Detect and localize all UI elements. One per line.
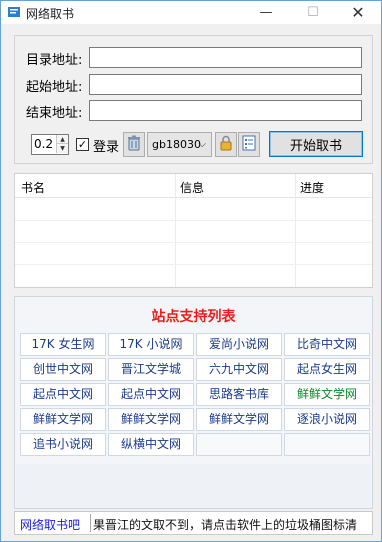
title-bar[interactable]: 网络取书 — ☐ ✕	[1, 1, 381, 24]
site-link[interactable]: 纵横中文网	[108, 433, 194, 456]
app-book-icon	[7, 5, 21, 19]
end-url-label: 结束地址:	[26, 106, 83, 121]
close-button[interactable]: ✕	[335, 1, 381, 24]
start-fetch-button[interactable]: 开始取书	[269, 131, 363, 157]
table-row	[15, 220, 372, 221]
table-row	[15, 264, 372, 265]
site-link[interactable]: 鲜鲜文学网	[20, 408, 106, 431]
panel-background	[16, 464, 371, 508]
window-title: 网络取书	[26, 7, 75, 21]
status-message: 果晋江的文取不到，请点击软件上的垃圾桶图标清	[93, 518, 358, 532]
site-empty-cell	[284, 433, 370, 456]
site-link[interactable]: 晋江文学城	[108, 358, 194, 381]
site-link[interactable]: 起点中文网	[108, 383, 194, 406]
interval-spinner[interactable]: 0.2 ▲ ▼	[31, 134, 69, 155]
site-link[interactable]: 17K 小说网	[108, 333, 194, 356]
site-link[interactable]: 思路客书库	[196, 383, 282, 406]
column-header-info[interactable]: 信息	[180, 179, 204, 196]
site-link[interactable]: 六九中文网	[196, 358, 282, 381]
site-empty-cell	[196, 433, 282, 456]
column-header-title[interactable]: 书名	[21, 179, 45, 196]
site-link[interactable]: 鲜鲜文学网	[196, 408, 282, 431]
supported-sites-panel: 站点支持列表 17K 女生网 17K 小说网 爱尚小说网 比奇中文网创世中文网 晋江文学…	[14, 296, 373, 509]
column-divider	[175, 174, 176, 287]
checklist-button[interactable]	[238, 132, 260, 157]
table-row	[15, 242, 372, 243]
main-window: 网络取书 — ☐ ✕ 目录地址: 起始地址: 结束地址: 0.2 ▲ ▼ ✓ 登…	[0, 0, 382, 542]
site-link[interactable]: 爱尚小说网	[196, 333, 282, 356]
site-link[interactable]: 鲜鲜文学网	[108, 408, 194, 431]
lock-icon	[219, 135, 233, 154]
site-link[interactable]: 17K 女生网	[20, 333, 106, 356]
site-link[interactable]: 创世中文网	[20, 358, 106, 381]
catalog-url-input[interactable]	[89, 47, 362, 68]
column-divider	[295, 174, 296, 287]
book-list-header: 书名 信息 进度	[15, 174, 372, 198]
spin-up-arrow-icon[interactable]: ▲	[56, 135, 68, 144]
status-divider	[90, 514, 91, 532]
column-header-progress[interactable]: 进度	[300, 179, 324, 196]
site-link[interactable]: 追书小说网	[20, 433, 106, 456]
start-url-input[interactable]	[89, 74, 362, 95]
lock-button[interactable]	[215, 132, 237, 157]
sites-grid: 17K 女生网 17K 小说网 爱尚小说网 比奇中文网 创世中文网 晋江文学城 六九中文网起…	[20, 333, 370, 457]
sites-title: 站点支持列表	[151, 309, 236, 325]
start-url-label: 起始地址:	[26, 80, 83, 95]
site-link[interactable]: 起点中文网	[20, 383, 106, 406]
book-list[interactable]: 书名 信息 进度	[14, 173, 373, 288]
minimize-button[interactable]: —	[243, 1, 289, 24]
encoding-value: gb18030	[152, 138, 201, 151]
interval-value: 0.2	[34, 137, 54, 151]
login-checkbox[interactable]: ✓	[76, 138, 89, 151]
chevron-down-icon: ⌵	[198, 139, 206, 150]
encoding-select[interactable]: gb18030 ⌵	[147, 132, 212, 157]
site-link[interactable]: 比奇中文网	[284, 333, 370, 356]
maximize-button[interactable]: ☐	[290, 1, 336, 24]
site-link[interactable]: 起点女生网	[284, 358, 370, 381]
end-url-input[interactable]	[89, 100, 362, 121]
spin-down-arrow-icon[interactable]: ▼	[56, 144, 68, 153]
forum-link[interactable]: 网络取书吧	[20, 516, 80, 533]
site-link[interactable]: 逐浪小说网	[284, 408, 370, 431]
trash-icon	[127, 135, 141, 154]
site-link[interactable]: 鲜鲜文学网	[284, 383, 370, 406]
status-bar: 网络取书吧 果晋江的文取不到，请点击软件上的垃圾桶图标清	[14, 511, 373, 535]
login-label: 登录	[93, 140, 120, 155]
checklist-icon	[242, 135, 256, 154]
catalog-url-label: 目录地址:	[26, 53, 83, 68]
clear-cache-button[interactable]	[123, 132, 145, 157]
